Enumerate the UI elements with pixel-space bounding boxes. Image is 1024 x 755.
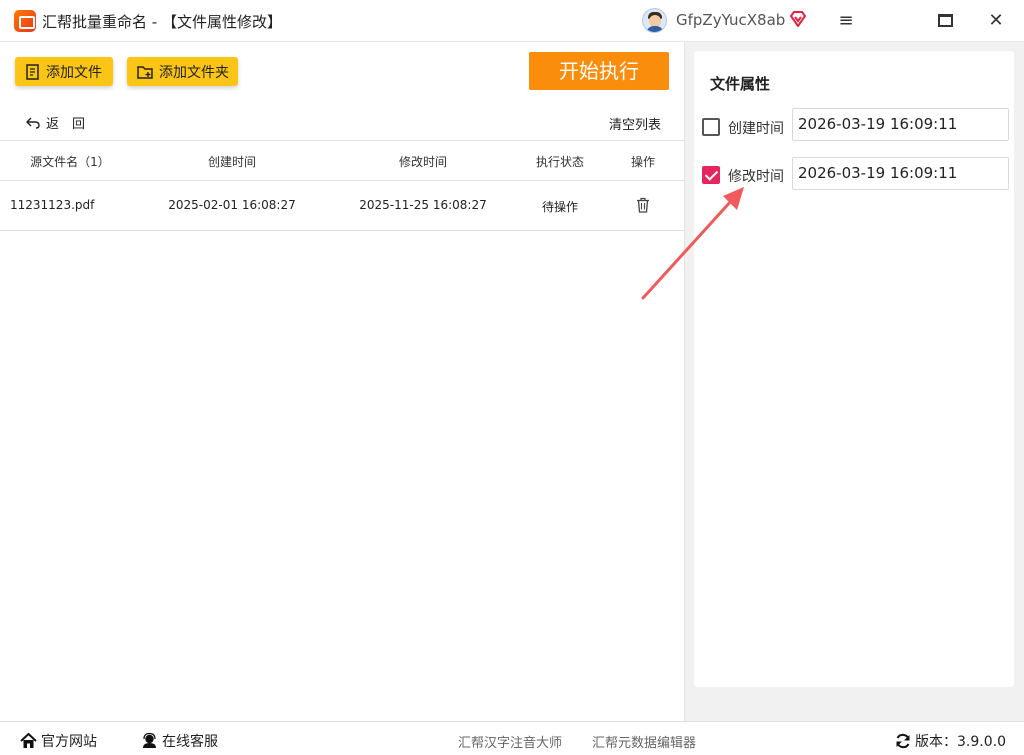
col-created-time: 创建时间 [207, 155, 256, 169]
add-file-label: 添加文件 [46, 64, 102, 81]
add-folder-button[interactable]: 添加文件夹 [127, 57, 238, 86]
table-header: 源文件名（1） 创建时间 修改时间 执行状态 操作 [0, 140, 684, 181]
vip-badge-icon[interactable] [789, 10, 807, 28]
close-button[interactable]: ✕ [980, 8, 1012, 34]
file-name-cell: 11231123.pdf [10, 198, 95, 212]
created-time-label[interactable]: 创建时间 [728, 118, 784, 138]
menu-button[interactable]: ≡ [830, 8, 862, 34]
online-support-link[interactable]: 在线客服 [141, 731, 218, 751]
col-source-name: 源文件名（1） [30, 155, 110, 169]
maximize-icon [938, 14, 953, 27]
modified-time-input[interactable]: 2026-03-19 16:09:11 [792, 157, 1009, 190]
add-folder-label: 添加文件夹 [159, 64, 229, 81]
properties-title: 文件属性 [710, 75, 771, 93]
start-execute-button[interactable]: 开始执行 [529, 52, 669, 90]
metadata-editor-link[interactable]: 汇帮元数据编辑器 [592, 732, 696, 751]
pinyin-tool-link[interactable]: 汇帮汉字注音大师 [458, 732, 562, 751]
support-agent-icon [143, 733, 156, 748]
online-support-label: 在线客服 [162, 734, 218, 750]
file-list-panel: 添加文件 添加文件夹 开始执行 返 回 清空列表 源文件名（1） 创建时间 修改… [0, 42, 684, 721]
modified-time-checkbox[interactable] [702, 166, 720, 184]
official-website-link[interactable]: 官方网站 [20, 731, 97, 751]
version-label: 版本：3.9.0.0 [915, 734, 1006, 750]
col-modified-time: 修改时间 [398, 155, 447, 169]
created-time-input[interactable]: 2026-03-19 16:09:11 [792, 108, 1009, 141]
col-status: 执行状态 [535, 155, 584, 169]
home-icon [20, 733, 37, 748]
created-time-cell: 2025-02-01 16:08:27 [168, 198, 296, 212]
official-website-label: 官方网站 [41, 734, 97, 750]
window-title: 汇帮批量重命名 - 【文件属性修改】 [42, 13, 282, 31]
add-folder-icon [137, 65, 153, 79]
trash-icon[interactable] [635, 197, 651, 213]
modified-time-label[interactable]: 修改时间 [728, 166, 784, 186]
user-avatar[interactable] [642, 8, 667, 33]
back-label: 返 回 [46, 117, 86, 132]
username[interactable]: GfpZyYucX8ab [676, 11, 785, 29]
clear-list-button[interactable]: 清空列表 [609, 114, 661, 133]
app-logo-icon [14, 10, 36, 32]
version-info[interactable]: 版本：3.9.0.0 [895, 731, 1006, 751]
modified-time-cell: 2025-11-25 16:08:27 [359, 198, 487, 212]
created-time-checkbox[interactable] [702, 118, 720, 136]
refresh-icon [896, 733, 910, 749]
footer-bar: 官方网站 在线客服 汇帮汉字注音大师 汇帮元数据编辑器 版本：3.9.0.0 [0, 721, 1024, 755]
table-row[interactable]: 11231123.pdf 2025-02-01 16:08:27 2025-11… [0, 181, 684, 231]
col-action: 操作 [630, 155, 655, 169]
undo-arrow-icon [26, 117, 40, 129]
title-bar: 汇帮批量重命名 - 【文件属性修改】 GfpZyYucX8ab ≡ ✕ [0, 0, 1024, 42]
properties-card [694, 51, 1014, 687]
add-file-icon [26, 63, 39, 80]
status-cell: 待操作 [541, 200, 578, 214]
back-button[interactable]: 返 回 [26, 113, 85, 132]
add-file-button[interactable]: 添加文件 [15, 57, 113, 86]
